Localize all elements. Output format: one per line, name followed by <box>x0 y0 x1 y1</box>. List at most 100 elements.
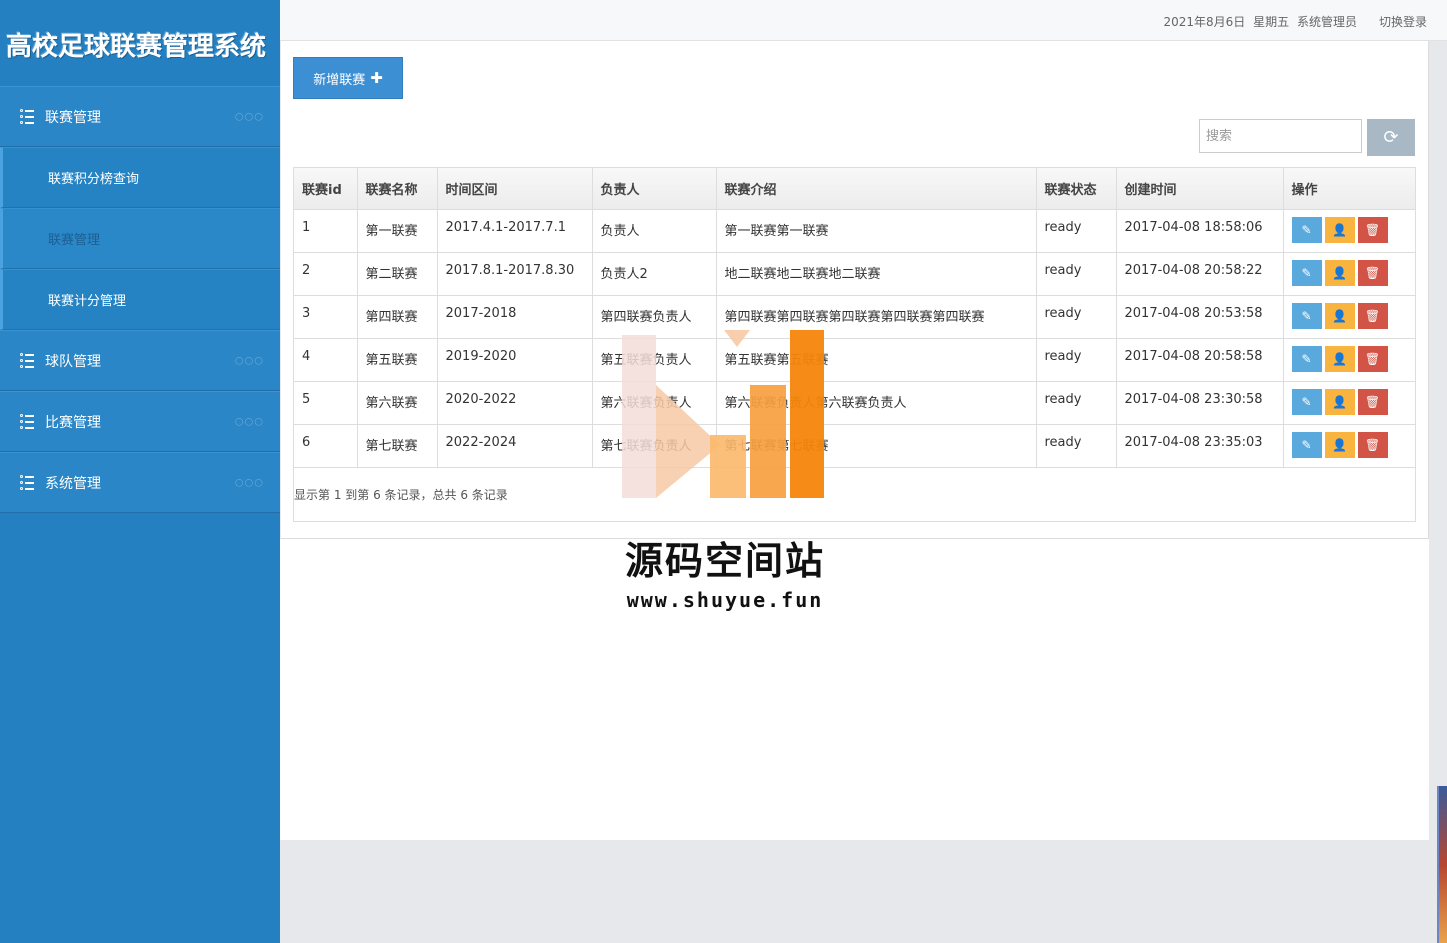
assign-user-button[interactable]: 👤 <box>1324 431 1355 458</box>
cell-created: 2017-04-08 18:58:06 <box>1116 209 1284 253</box>
user-icon: 👤 <box>1332 394 1347 409</box>
table-row: 5 第六联赛 2020-2022 第六联赛负责人 第六联赛负责人第六联赛负责人 … <box>294 381 1415 425</box>
menu-league-management[interactable]: 联赛管理 ○○○ <box>0 86 280 147</box>
edit-icon: ✎ <box>1301 308 1312 323</box>
cell-intro: 第四联赛第四联赛第四联赛第四联赛第四联赛 <box>716 295 1037 339</box>
cell-created: 2017-04-08 23:35:03 <box>1116 424 1284 468</box>
edit-icon: ✎ <box>1301 394 1312 409</box>
delete-icon: 🗑 <box>1364 351 1381 366</box>
cell-manager: 第七联赛负责人 <box>592 424 717 468</box>
cell-created: 2017-04-08 20:58:58 <box>1116 338 1284 382</box>
table-row: 3 第四联赛 2017-2018 第四联赛负责人 第四联赛第四联赛第四联赛第四联… <box>294 295 1415 339</box>
switch-login-link[interactable]: 切换登录 <box>1379 13 1427 30</box>
cell-intro: 第五联赛第五联赛 <box>716 338 1037 382</box>
table-header-row: 联赛id 联赛名称 时间区间 负责人 联赛介绍 联赛状态 创建时间 操作 <box>294 168 1415 210</box>
cell-intro: 第七联赛第七联赛 <box>716 424 1037 468</box>
edit-button[interactable]: ✎ <box>1291 388 1322 415</box>
cell-intro: 地二联赛地二联赛地二联赛 <box>716 252 1037 296</box>
edit-button[interactable]: ✎ <box>1291 259 1322 286</box>
submenu-league-admin[interactable]: 联赛管理 <box>0 208 280 269</box>
cell-manager: 第四联赛负责人 <box>592 295 717 339</box>
delete-button[interactable]: 🗑 <box>1357 302 1388 329</box>
cell-intro: 第一联赛第一联赛 <box>716 209 1037 253</box>
cell-name: 第二联赛 <box>357 252 438 296</box>
menu-label: 球队管理 <box>45 353 101 370</box>
cell-name: 第七联赛 <box>357 424 438 468</box>
submenu-league-scoring[interactable]: 联赛计分管理 <box>0 269 280 330</box>
edit-icon: ✎ <box>1301 265 1312 280</box>
col-manager[interactable]: 负责人 <box>592 168 717 210</box>
col-id[interactable]: 联赛id <box>294 168 358 210</box>
edit-button[interactable]: ✎ <box>1291 302 1322 329</box>
edge-thumbnail[interactable] <box>1437 786 1447 943</box>
col-name[interactable]: 联赛名称 <box>357 168 438 210</box>
list-icon <box>20 474 34 490</box>
add-league-label: 新增联赛 <box>313 72 366 88</box>
cell-actions: ✎ 👤 🗑 <box>1283 424 1415 468</box>
assign-user-button[interactable]: 👤 <box>1324 259 1355 286</box>
cell-manager: 第五联赛负责人 <box>592 338 717 382</box>
cell-id: 3 <box>294 295 358 339</box>
menu-match-management[interactable]: 比赛管理 ○○○ <box>0 391 280 452</box>
add-league-button[interactable]: 新增联赛 ✚ <box>293 57 403 99</box>
cell-id: 6 <box>294 424 358 468</box>
header-weekday: 星期五 <box>1253 15 1290 29</box>
delete-button[interactable]: 🗑 <box>1357 388 1388 415</box>
list-icon <box>20 352 34 368</box>
table-row: 2 第二联赛 2017.8.1-2017.8.30 负责人2 地二联赛地二联赛地… <box>294 252 1415 296</box>
cell-id: 1 <box>294 209 358 253</box>
assign-user-button[interactable]: 👤 <box>1324 302 1355 329</box>
header-date: 2021年8月6日 <box>1163 15 1246 29</box>
sidebar: 高校足球联赛管理系统 联赛管理 ○○○ 联赛积分榜查询 联赛管理 联赛计分管理 … <box>0 0 280 943</box>
list-icon <box>20 108 34 124</box>
cell-status: ready <box>1036 381 1117 425</box>
menu-label: 联赛管理 <box>45 109 101 126</box>
pagination-summary: 显示第 1 到第 6 条记录，总共 6 条记录 <box>294 488 508 502</box>
menu-label: 比赛管理 <box>45 414 101 431</box>
col-created[interactable]: 创建时间 <box>1116 168 1284 210</box>
table-row: 1 第一联赛 2017.4.1-2017.7.1 负责人 第一联赛第一联赛 re… <box>294 209 1415 253</box>
edit-button[interactable]: ✎ <box>1291 431 1322 458</box>
cell-name: 第一联赛 <box>357 209 438 253</box>
cell-status: ready <box>1036 295 1117 339</box>
assign-user-button[interactable]: 👤 <box>1324 345 1355 372</box>
assign-user-button[interactable]: 👤 <box>1324 216 1355 243</box>
cell-period: 2019-2020 <box>437 338 593 382</box>
delete-icon: 🗑 <box>1364 265 1381 280</box>
edit-icon: ✎ <box>1301 437 1312 452</box>
user-icon: 👤 <box>1332 437 1347 452</box>
cell-period: 2017-2018 <box>437 295 593 339</box>
col-intro[interactable]: 联赛介绍 <box>716 168 1037 210</box>
delete-button[interactable]: 🗑 <box>1357 345 1388 372</box>
refresh-button[interactable]: ⟳ <box>1367 119 1415 156</box>
cell-id: 2 <box>294 252 358 296</box>
search-input[interactable] <box>1199 119 1362 153</box>
delete-icon: 🗑 <box>1364 394 1381 409</box>
user-icon: 👤 <box>1332 222 1347 237</box>
edit-button[interactable]: ✎ <box>1291 345 1322 372</box>
assign-user-button[interactable]: 👤 <box>1324 388 1355 415</box>
cell-actions: ✎ 👤 🗑 <box>1283 381 1415 425</box>
cell-manager: 负责人2 <box>592 252 717 296</box>
delete-button[interactable]: 🗑 <box>1357 216 1388 243</box>
col-period[interactable]: 时间区间 <box>437 168 593 210</box>
cell-status: ready <box>1036 209 1117 253</box>
cell-manager: 负责人 <box>592 209 717 253</box>
cell-period: 2020-2022 <box>437 381 593 425</box>
menu-system-management[interactable]: 系统管理 ○○○ <box>0 452 280 513</box>
delete-button[interactable]: 🗑 <box>1357 259 1388 286</box>
submenu-league-standings[interactable]: 联赛积分榜查询 <box>0 147 280 208</box>
cell-name: 第六联赛 <box>357 381 438 425</box>
delete-icon: 🗑 <box>1364 437 1381 452</box>
cell-created: 2017-04-08 20:53:58 <box>1116 295 1284 339</box>
edit-button[interactable]: ✎ <box>1291 216 1322 243</box>
expand-dots-icon: ○○○ <box>234 355 264 366</box>
delete-button[interactable]: 🗑 <box>1357 431 1388 458</box>
sidebar-menu: 联赛管理 ○○○ 联赛积分榜查询 联赛管理 联赛计分管理 球队管理 ○○○ 比赛… <box>0 86 280 513</box>
league-panel: 新增联赛 ✚ ⟳ 联赛id 联赛名称 时间区间 负责人 联赛介绍 联赛状态 创建… <box>281 41 1429 539</box>
cell-actions: ✎ 👤 🗑 <box>1283 209 1415 253</box>
submenu-label: 联赛计分管理 <box>48 294 127 309</box>
col-status[interactable]: 联赛状态 <box>1036 168 1117 210</box>
cell-status: ready <box>1036 424 1117 468</box>
menu-team-management[interactable]: 球队管理 ○○○ <box>0 330 280 391</box>
